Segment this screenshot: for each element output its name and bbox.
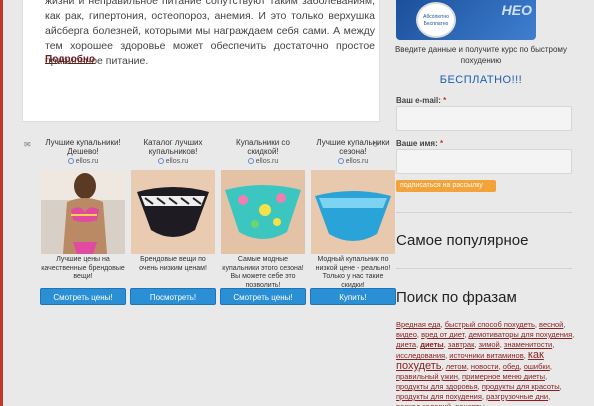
- popular-heading: Самое популярное: [396, 232, 529, 249]
- divider: [396, 212, 572, 213]
- ad-button[interactable]: Смотреть цены!: [220, 288, 306, 305]
- tag-link[interactable]: демотиваторы для похудения: [469, 330, 573, 339]
- tag-link[interactable]: быстрый способ похудеть: [445, 320, 535, 329]
- name-label: Ваше имя: *: [396, 139, 444, 148]
- tag-link[interactable]: диеты: [420, 340, 444, 349]
- ad-image[interactable]: [221, 170, 305, 254]
- subscribe-button[interactable]: подписаться на рассылку: [396, 180, 496, 192]
- tag-link[interactable]: знаменитости: [504, 340, 552, 349]
- ad-title[interactable]: Купальники со скидкой!: [220, 138, 306, 158]
- ad-image[interactable]: [311, 170, 395, 254]
- ad-image[interactable]: [131, 170, 215, 254]
- tag-link[interactable]: ошибки: [524, 362, 550, 371]
- promo-badge: Абсолютно Бесплатно: [416, 2, 456, 38]
- ad-button[interactable]: Смотреть цены!: [40, 288, 126, 305]
- ad-title[interactable]: Лучшие купальники! Дешево!: [40, 138, 126, 158]
- tag-link[interactable]: новости: [471, 362, 499, 371]
- email-label: Ваш e-mail: *: [396, 96, 447, 105]
- tag-link[interactable]: обед: [503, 362, 520, 371]
- free-label: БЕСПЛАТНО!!!: [439, 74, 523, 86]
- tag-link[interactable]: правильный ужин: [396, 372, 458, 381]
- tag-cloud: Вредная еда, быстрый способ похудеть, ве…: [396, 320, 576, 406]
- ad-block: ✉ ↻ Лучшие купальники! Дешево! ellos.ru …: [22, 130, 396, 406]
- ad-description: Самые модные купальники этого сезона! Вы…: [222, 256, 304, 289]
- tag-link[interactable]: продукты для красоты: [482, 382, 560, 391]
- tag-link[interactable]: видео: [396, 330, 417, 339]
- promo-banner-text: НЕО: [501, 2, 532, 18]
- globe-icon: [247, 158, 254, 165]
- tag-link[interactable]: разгрузочные дни: [486, 392, 548, 401]
- globe-icon: [157, 158, 164, 165]
- article-excerpt: жизни и неправильное питание сопутствуют…: [22, 0, 380, 122]
- tag-link[interactable]: продукты для здоровья: [396, 382, 478, 391]
- ad-card[interactable]: Каталог лучших купальников! ellos.ru Бре…: [130, 138, 216, 282]
- tag-link[interactable]: завтрак: [448, 340, 475, 349]
- sidebar: Абсолютно Бесплатно НЕО Введите данные и…: [386, 0, 594, 406]
- ad-button[interactable]: Купить!: [310, 288, 396, 305]
- read-more-link[interactable]: Подробно: [45, 54, 95, 65]
- tag-link[interactable]: расход калорий: [396, 402, 451, 406]
- ad-source: ellos.ru: [130, 158, 216, 168]
- divider: [396, 268, 572, 269]
- ad-source: ellos.ru: [220, 158, 306, 168]
- tag-link[interactable]: Вредная еда: [396, 320, 441, 329]
- globe-icon: [337, 158, 344, 165]
- ad-source: ellos.ru: [40, 158, 126, 168]
- tag-link[interactable]: зимой: [479, 340, 500, 349]
- tag-link[interactable]: рецепты: [455, 402, 485, 406]
- ad-description: Модный купальник по низкой цене - реальн…: [315, 256, 391, 289]
- ad-card[interactable]: Лучшие купальники сезона! ellos.ru Модны…: [310, 138, 396, 289]
- main-column: жизни и неправильное питание сопутствуют…: [22, 0, 396, 406]
- tag-link[interactable]: летом: [446, 362, 467, 371]
- ad-description: Лучшие цены на качественные брендовые ве…: [41, 256, 125, 280]
- ad-button[interactable]: Посмотреть!: [130, 288, 216, 305]
- name-field[interactable]: [396, 149, 572, 174]
- tag-link[interactable]: вред от диет: [421, 330, 464, 339]
- ad-title[interactable]: Каталог лучших купальников!: [130, 138, 216, 158]
- promo-banner[interactable]: Абсолютно Бесплатно НЕО: [396, 0, 536, 40]
- subscribe-description: Введите данные и получите курс по быстро…: [394, 45, 568, 65]
- tag-link[interactable]: примерное меню диеты: [462, 372, 545, 381]
- tag-link[interactable]: диета: [396, 340, 416, 349]
- globe-icon: [67, 158, 74, 165]
- ad-image[interactable]: [41, 170, 125, 254]
- ad-card[interactable]: Лучшие купальники! Дешево! ellos.ru Лучш…: [40, 138, 126, 282]
- ad-mail-icon[interactable]: ✉: [24, 140, 31, 149]
- ad-description: Брендовые вещи по очень низким ценам!: [139, 256, 207, 272]
- ad-source: ellos.ru: [310, 158, 396, 168]
- tag-link[interactable]: продукты для похудения: [396, 392, 482, 401]
- tag-link[interactable]: весной: [539, 320, 563, 329]
- tag-link[interactable]: источники витаминов: [449, 351, 523, 360]
- ad-title[interactable]: Лучшие купальники сезона!: [310, 138, 396, 158]
- ad-card[interactable]: Купальники со скидкой! ellos.ru Самые мо…: [220, 138, 306, 289]
- tag-link[interactable]: исследования: [396, 351, 445, 360]
- search-phrases-heading: Поиск по фразам: [396, 289, 517, 306]
- left-accent-bar: [0, 0, 3, 406]
- email-field[interactable]: [396, 106, 572, 131]
